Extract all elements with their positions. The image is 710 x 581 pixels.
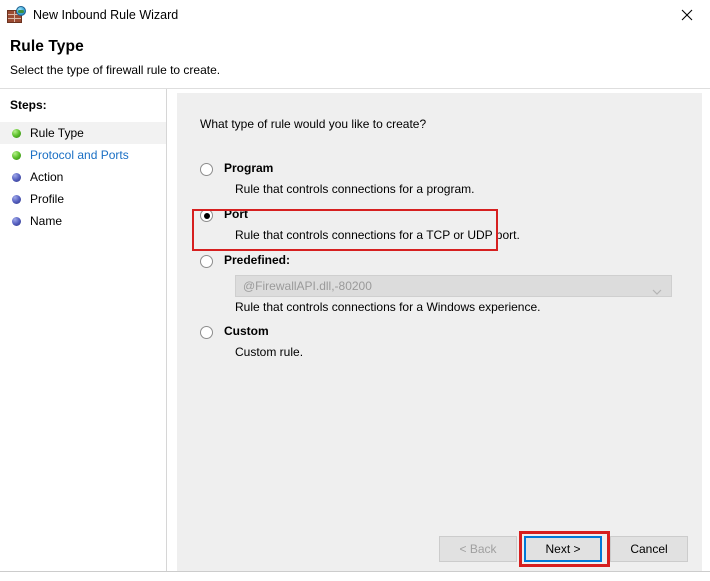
option-port-label: Port — [224, 207, 248, 221]
option-program-label: Program — [224, 161, 274, 175]
sidebar-item-label: Name — [30, 214, 63, 228]
option-predefined-label: Predefined: — [224, 253, 291, 267]
content-panel: What type of rule would you like to crea… — [177, 93, 702, 571]
step-bullet-icon — [12, 194, 21, 204]
cancel-button[interactable]: Cancel — [610, 536, 688, 562]
radio-custom[interactable] — [200, 326, 213, 339]
option-custom-description: Custom rule. — [235, 345, 304, 359]
chevron-down-icon — [652, 284, 662, 298]
question-label: What type of rule would you like to crea… — [200, 117, 427, 131]
option-program-description: Rule that controls connections for a pro… — [235, 182, 475, 196]
option-port[interactable]: Port Rule that controls connections for … — [194, 207, 689, 242]
sidebar-item-protocol-and-ports[interactable]: Protocol and Ports — [0, 144, 166, 166]
close-icon[interactable] — [664, 0, 710, 30]
cancel-button-label: Cancel — [630, 542, 668, 556]
sidebar-item-rule-type[interactable]: Rule Type — [0, 122, 166, 144]
step-bullet-icon — [12, 172, 21, 182]
option-custom[interactable]: Custom Custom rule. — [194, 324, 689, 359]
step-bullet-icon — [12, 216, 21, 226]
steps-list: Rule Type Protocol and Ports Action Prof… — [0, 122, 166, 232]
title-bar: New Inbound Rule Wizard — [0, 0, 710, 30]
back-button[interactable]: < Back — [439, 536, 517, 562]
option-predefined-description: Rule that controls connections for a Win… — [235, 300, 541, 314]
sidebar-item-profile[interactable]: Profile — [0, 188, 166, 210]
sidebar-item-label: Action — [30, 170, 64, 184]
page-title: Rule Type — [10, 38, 84, 55]
next-button[interactable]: Next > — [524, 536, 602, 562]
sidebar-item-action[interactable]: Action — [0, 166, 166, 188]
steps-sidebar: Steps: Rule Type Protocol and Ports Acti… — [0, 89, 167, 580]
sidebar-item-name[interactable]: Name — [0, 210, 166, 232]
radio-port[interactable] — [200, 209, 213, 222]
page-subtitle: Select the type of firewall rule to crea… — [10, 63, 221, 77]
radio-program[interactable] — [200, 163, 213, 176]
next-button-label: Next > — [545, 542, 581, 556]
sidebar-item-label: Profile — [30, 192, 65, 206]
wizard-header: Rule Type Select the type of firewall ru… — [0, 30, 710, 88]
sidebar-item-label: Rule Type — [30, 126, 84, 140]
window-title: New Inbound Rule Wizard — [33, 8, 179, 22]
step-bullet-icon — [12, 150, 21, 160]
predefined-dropdown[interactable]: @FirewallAPI.dll,-80200 — [235, 275, 672, 297]
option-custom-label: Custom — [224, 324, 269, 338]
steps-heading: Steps: — [10, 98, 47, 112]
firewall-globe-icon — [7, 6, 26, 24]
step-bullet-icon — [12, 128, 21, 138]
option-port-description: Rule that controls connections for a TCP… — [235, 228, 520, 242]
option-program[interactable]: Program Rule that controls connections f… — [194, 161, 689, 196]
sidebar-item-label[interactable]: Protocol and Ports — [30, 148, 129, 162]
option-predefined[interactable]: Predefined: @FirewallAPI.dll,-80200 Rule… — [194, 253, 689, 314]
radio-predefined[interactable] — [200, 255, 213, 268]
rule-type-radio-group: Program Rule that controls connections f… — [194, 161, 689, 361]
back-button-label: < Back — [459, 542, 497, 556]
predefined-dropdown-value: @FirewallAPI.dll,-80200 — [243, 279, 372, 293]
